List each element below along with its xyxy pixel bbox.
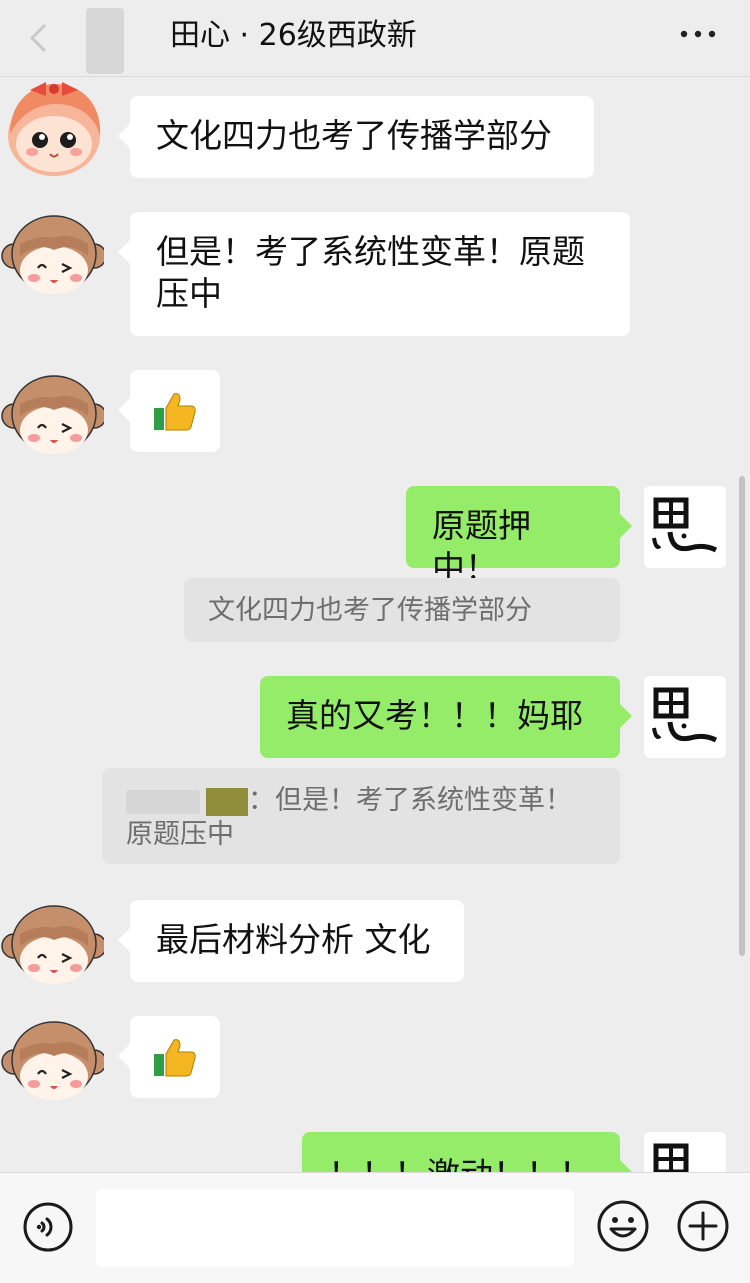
chat-screen: 田心 · 26级西政新 文化四力也考了传播学部分 但是！考了系统性变革！原题 压… [0,0,750,1283]
message-bubble-incoming[interactable]: 最后材料分析 文化 [118,900,464,982]
message-bubble-incoming[interactable] [118,370,220,452]
quoted-message[interactable]: ：但是！考了系统性变革！ 原题压中 [102,768,620,864]
message-input[interactable] [96,1189,574,1267]
quoted-message[interactable]: 文化四力也考了传播学部分 [184,578,620,642]
quoted-text: ：但是！考了系统性变革！ [248,785,572,816]
message-bubble-outgoing[interactable]: 原题押中！ [406,486,632,587]
thumbs-up-icon [154,1039,196,1077]
message-text: 原题押中！ [432,506,531,587]
voice-icon[interactable] [22,1201,74,1253]
input-bar [0,1172,750,1283]
chat-title: 田心 · 26级西政新 [170,18,417,53]
avatar-brown-hair-girl[interactable] [0,1004,104,1108]
quoted-text-line: ：但是！考了系统性变革！ [126,784,596,818]
quoted-text: 文化四力也考了传播学部分 [208,595,532,626]
message-text: 最后材料分析 文化 [156,920,431,959]
avatar-red-hair-girl[interactable] [0,74,104,178]
avatar-calligraphy-si[interactable] [644,676,726,758]
message-text: 真的又考！！！妈耶 [286,696,583,735]
chevron-left-icon[interactable] [18,18,58,58]
calligraphy-si-icon [652,497,718,553]
message-bubble-incoming[interactable] [118,1016,220,1098]
message-text-line: 但是！考了系统性变革！原题 [156,232,585,271]
smiley-icon[interactable] [596,1199,650,1253]
avatar-brown-hair-girl[interactable] [0,198,104,302]
blurred-unread-badge [86,8,124,74]
avatar-brown-hair-girl[interactable] [0,888,104,992]
message-bubble-incoming[interactable]: 但是！考了系统性变革！原题 压中 [118,212,630,336]
redacted-name [126,789,200,814]
redacted-name-block [206,787,248,816]
more-dots-icon[interactable] [678,22,718,46]
scrollbar[interactable] [739,476,745,956]
avatar-calligraphy-si[interactable] [644,486,726,568]
message-bubble-incoming[interactable]: 文化四力也考了传播学部分 [118,96,594,178]
calligraphy-si-icon [652,687,718,743]
avatar-brown-hair-girl[interactable] [0,358,104,462]
message-text: 文化四力也考了传播学部分 [156,116,552,155]
quoted-text-line: 原题压中 [126,819,234,850]
chat-header: 田心 · 26级西政新 [0,0,750,77]
thumbs-up-icon [154,393,196,431]
message-text-line: 压中 [156,274,222,313]
plus-icon[interactable] [676,1199,730,1253]
message-bubble-outgoing[interactable]: 真的又考！！！妈耶 [260,676,632,758]
